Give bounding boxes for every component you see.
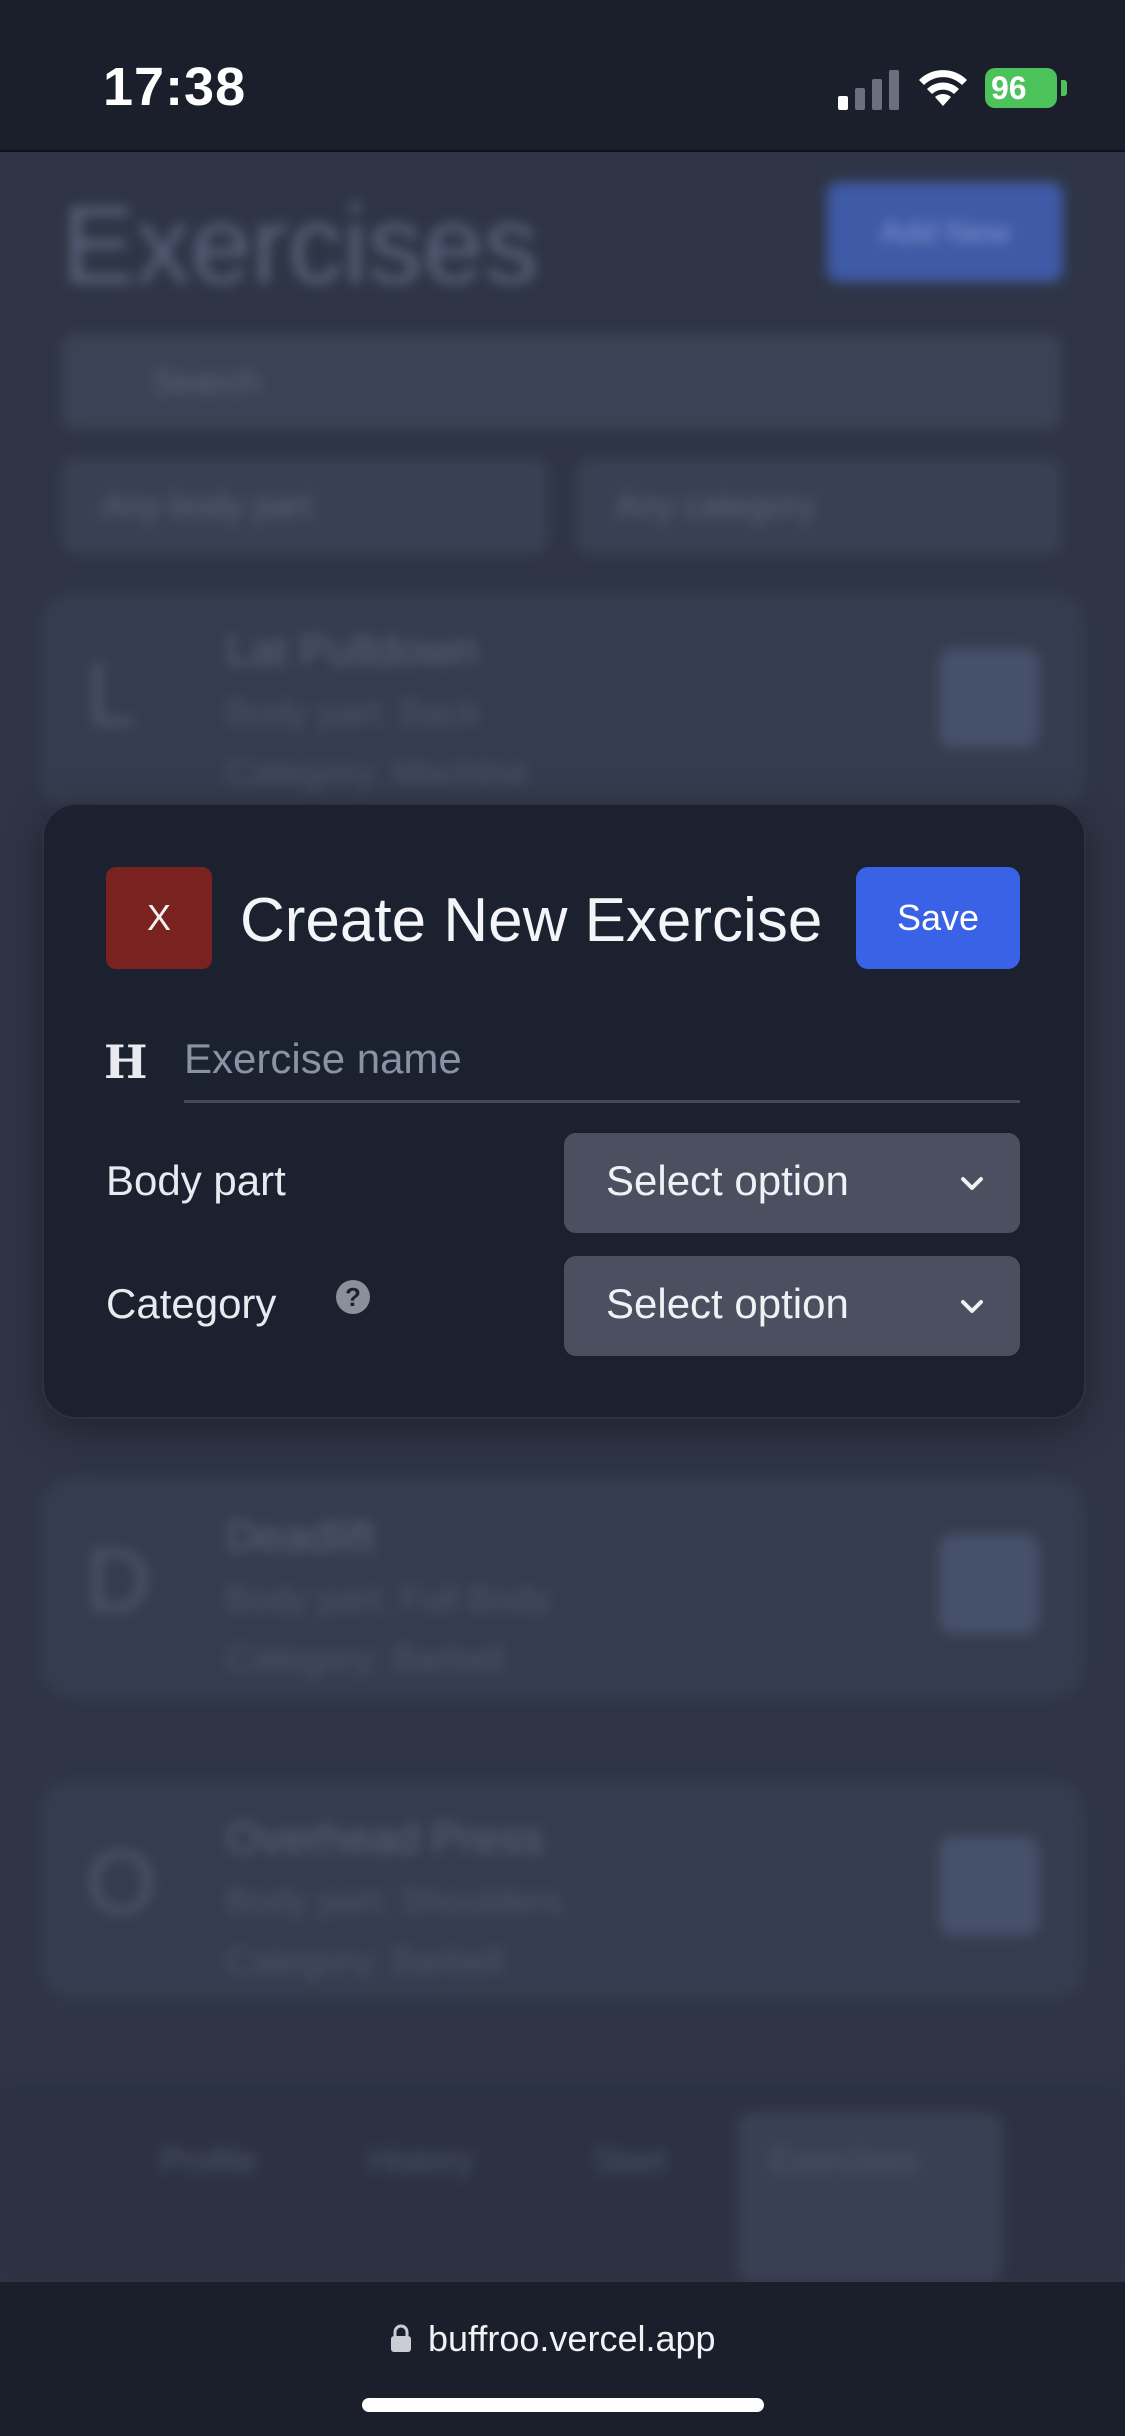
nav-active-highlight: [737, 2112, 1002, 2282]
browser-url-bar[interactable]: buffroo.vercel.app: [0, 2282, 1125, 2436]
exercise-card: L Lat Pulldown Body part: Back Category:…: [40, 592, 1085, 812]
nav-item-profile: Profile: [160, 2142, 257, 2180]
body-part-select[interactable]: Select option: [564, 1133, 1020, 1233]
exercise-name: Deadlift: [226, 1512, 376, 1561]
exercise-category: Category: Barbell: [226, 1638, 505, 1679]
body-part-select-value: Select option: [606, 1157, 849, 1204]
category-select-value: Select option: [606, 1280, 849, 1327]
body-part-filter: Any body part: [62, 458, 548, 554]
body-part-label: Body part: [106, 1157, 286, 1204]
status-time: 17:38: [103, 57, 247, 117]
exercise-category: Category: Barbell: [226, 1940, 505, 1981]
exercise-body-part: Body part: Shoulders: [226, 1880, 563, 1921]
status-bar: 17:38 96: [0, 0, 1125, 152]
save-button[interactable]: Save: [856, 867, 1020, 969]
battery-tip: [1061, 80, 1067, 96]
nav-item-exercises: Exercises: [770, 2142, 918, 2180]
lock-icon: [391, 2324, 411, 2352]
category-label: Category: [106, 1280, 277, 1327]
battery-level: 96: [991, 70, 1027, 106]
help-icon[interactable]: ?: [336, 1280, 370, 1314]
exercise-action-button: [939, 1836, 1039, 1936]
create-exercise-modal: X Create New Exercise Save H Body part S…: [42, 803, 1086, 1419]
close-button[interactable]: X: [106, 867, 212, 969]
heading-icon: H: [104, 1035, 148, 1089]
exercise-body-part: Body part: Back: [226, 692, 481, 733]
wifi-icon: [919, 70, 967, 106]
exercise-card: D Deadlift Body part: Full Body Category…: [40, 1478, 1085, 1698]
chevron-down-icon: [961, 1177, 983, 1190]
add-new-button: Add New: [827, 182, 1063, 282]
battery-icon: 96: [985, 68, 1057, 108]
exercise-action-button: [939, 648, 1039, 748]
exercise-initial: L: [86, 645, 137, 745]
home-indicator[interactable]: [362, 2398, 764, 2412]
nav-item-history: History: [368, 2142, 474, 2180]
category-select[interactable]: Select option: [564, 1256, 1020, 1356]
exercise-initial: O: [86, 1833, 157, 1933]
exercise-initial: D: [86, 1531, 151, 1631]
exercise-name-input[interactable]: [184, 1017, 1020, 1103]
category-filter: Any category: [576, 458, 1062, 554]
bottom-nav: Profile History Start Exercises: [0, 2082, 1125, 2282]
exercise-body-part: Body part: Full Body: [226, 1578, 551, 1619]
exercise-name: Lat Pulldown: [226, 626, 478, 675]
modal-title: Create New Exercise: [240, 886, 823, 955]
url-text[interactable]: buffroo.vercel.app: [428, 2318, 716, 2360]
exercise-name: Overhead Press: [226, 1814, 544, 1863]
exercise-card: O Overhead Press Body part: Shoulders Ca…: [40, 1780, 1085, 2000]
search-input: Search: [62, 334, 1062, 430]
cellular-signal-icon: [838, 70, 899, 110]
page-title: Exercises: [62, 184, 539, 307]
exercise-category: Category: Machine: [226, 752, 529, 793]
exercise-action-button: [939, 1534, 1039, 1634]
nav-item-start: Start: [594, 2142, 666, 2180]
chevron-down-icon: [961, 1300, 983, 1313]
